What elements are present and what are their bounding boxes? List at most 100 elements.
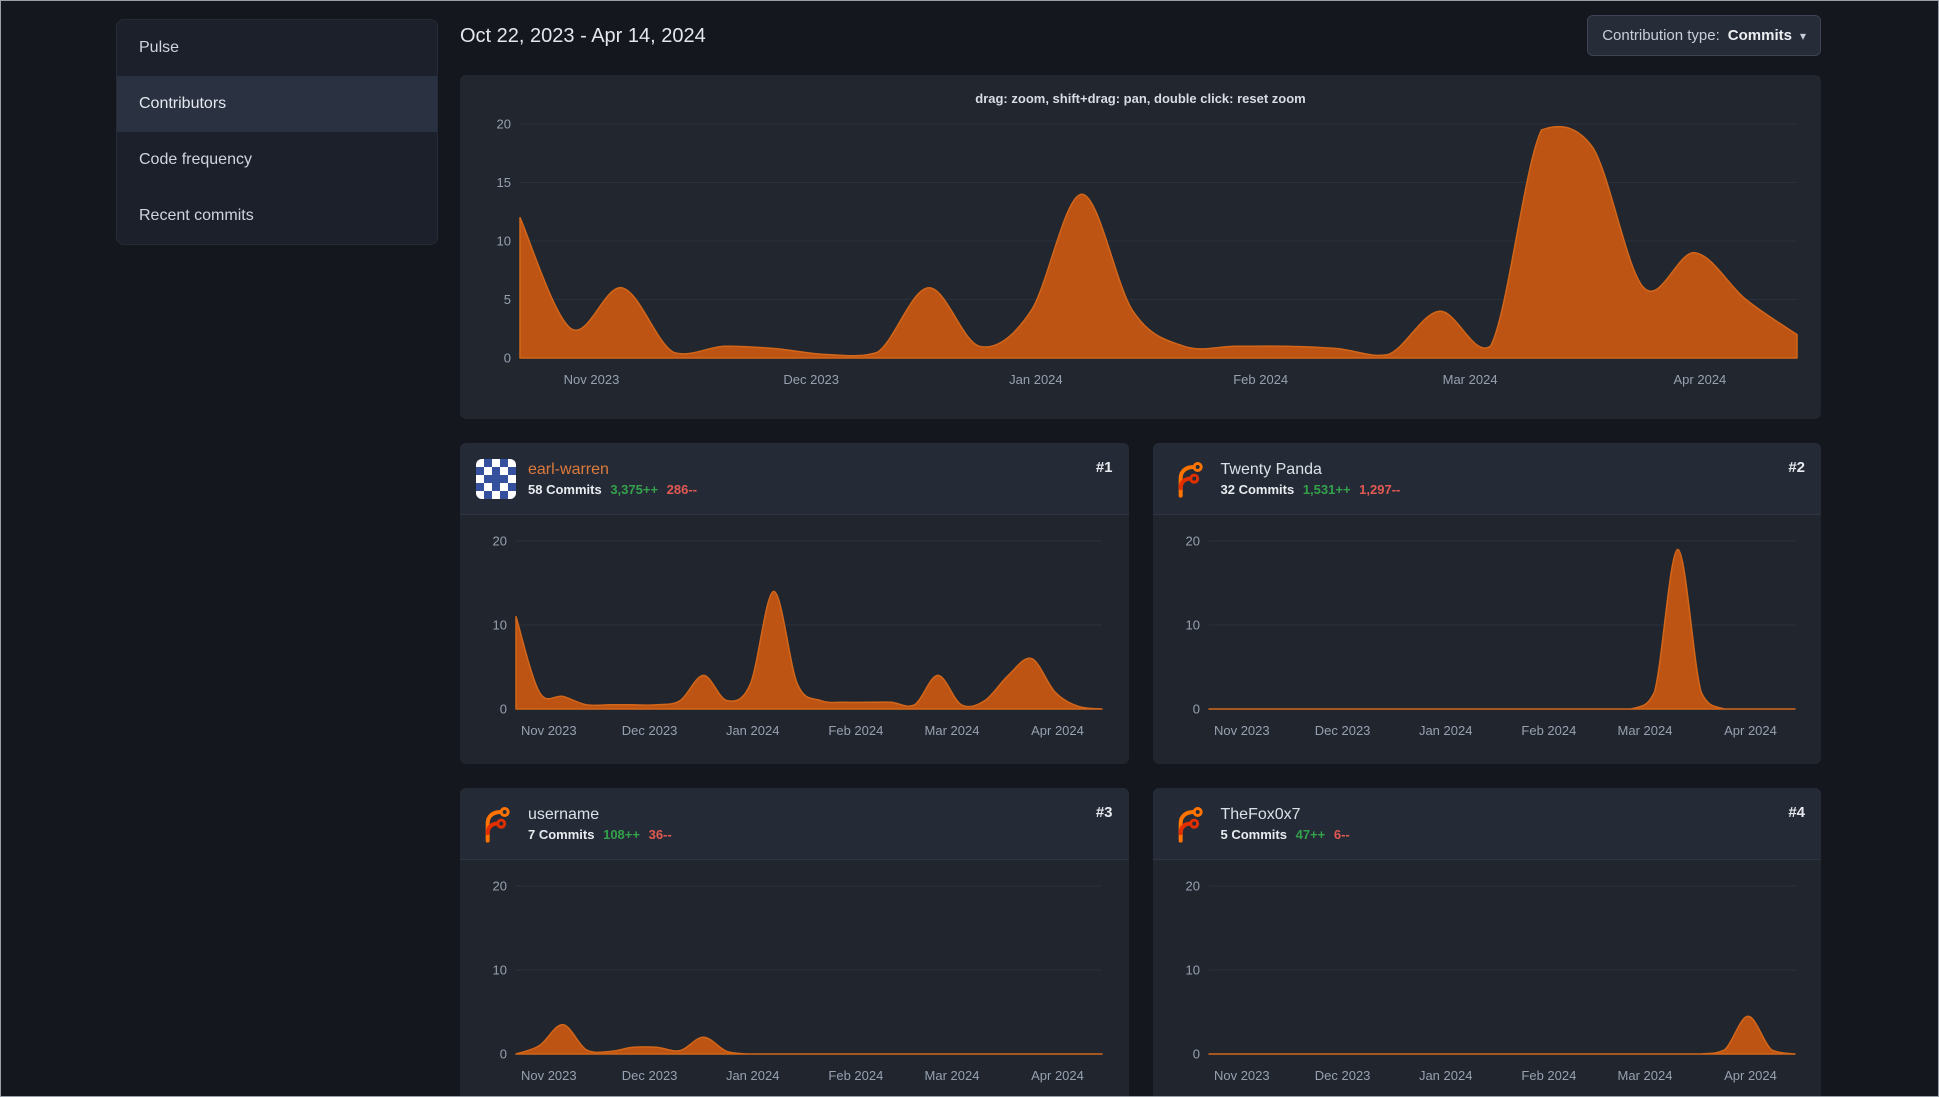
contributor-card-1: earl-warren 58 Commits 3,375++ 286-- #1 … xyxy=(460,443,1129,764)
svg-text:Apr 2024: Apr 2024 xyxy=(1031,1068,1084,1083)
contributor-chart-4[interactable]: 0 10 20 Nov 2023 Dec 2023 Jan 2024 Feb 2024 Mar… xyxy=(1169,874,1805,1094)
svg-text:10: 10 xyxy=(1185,618,1199,633)
contribution-type-label: Contribution type: xyxy=(1602,27,1720,44)
contributor-chart-1[interactable]: 0 10 20 Nov 2023 Dec 2023 Jan 2024 Feb 2024 Mar… xyxy=(476,529,1112,749)
contributor-stats: 58 Commits 3,375++ 286-- xyxy=(528,482,697,497)
contributor-avatar[interactable] xyxy=(1169,804,1209,844)
svg-text:20: 20 xyxy=(1185,879,1199,894)
contributor-avatar[interactable] xyxy=(476,458,516,499)
zoom-hint-text: drag: zoom, shift+drag: pan, double clic… xyxy=(975,91,1306,106)
commit-count: 7 Commits xyxy=(528,826,595,842)
svg-text:0: 0 xyxy=(504,351,511,366)
sidebar-item-pulse[interactable]: Pulse xyxy=(117,20,437,76)
svg-text:10: 10 xyxy=(493,618,507,633)
svg-text:Feb 2024: Feb 2024 xyxy=(1521,1068,1576,1083)
contributor-card-header: TheFox0x7 5 Commits 47++ 6-- #4 xyxy=(1152,788,1821,860)
svg-text:5: 5 xyxy=(504,292,511,307)
contributor-card-3: username 7 Commits 108++ 36-- #3 0 10 20 No… xyxy=(460,788,1129,1096)
date-range-title: Oct 22, 2023 - Apr 14, 2024 xyxy=(460,25,706,47)
svg-text:Dec 2023: Dec 2023 xyxy=(1314,1068,1370,1083)
contributor-identity: Twenty Panda 32 Commits 1,531++ 1,297-- xyxy=(1221,461,1401,497)
svg-text:Dec 2023: Dec 2023 xyxy=(783,372,839,387)
rank-badge: #4 xyxy=(1788,804,1805,821)
sidebar-item-recent-commits[interactable]: Recent commits xyxy=(117,188,437,244)
contributor-avatar[interactable] xyxy=(476,804,516,844)
svg-text:Apr 2024: Apr 2024 xyxy=(1031,723,1084,738)
contributor-chart-area: 0 10 20 Nov 2023 Dec 2023 Jan 2024 Feb 2024 Mar… xyxy=(1153,860,1822,1096)
additions-count: 47++ xyxy=(1295,826,1326,842)
svg-text:10: 10 xyxy=(493,963,507,978)
svg-text:20: 20 xyxy=(493,879,507,894)
commit-count: 32 Commits xyxy=(1220,481,1295,497)
contributor-avatar[interactable] xyxy=(1169,459,1209,499)
contributor-card-header: username 7 Commits 108++ 36-- #3 xyxy=(460,788,1129,860)
additions-count: 108++ xyxy=(603,826,640,842)
contributor-name-link[interactable]: username xyxy=(528,806,672,824)
svg-text:Nov 2023: Nov 2023 xyxy=(1213,723,1269,738)
content-header: Oct 22, 2023 - Apr 14, 2024 Contribution… xyxy=(460,15,1821,59)
svg-text:Mar 2024: Mar 2024 xyxy=(925,1068,980,1083)
contribution-type-dropdown[interactable]: Contribution type: Commits ▾ xyxy=(1587,15,1821,56)
svg-text:Jan 2024: Jan 2024 xyxy=(1418,723,1472,738)
deletions-count: 6-- xyxy=(1333,826,1350,842)
contributor-card-header: Twenty Panda 32 Commits 1,531++ 1,297-- … xyxy=(1152,443,1821,515)
main-activity-chart[interactable]: 0 5 10 15 20 Nov 2023 Dec 2023 Jan 2024 Feb 2024… xyxy=(476,114,1805,400)
svg-text:Feb 2024: Feb 2024 xyxy=(1233,372,1288,387)
rank-badge: #2 xyxy=(1788,459,1805,476)
svg-text:20: 20 xyxy=(493,534,507,549)
contributor-cards-grid: earl-warren 58 Commits 3,375++ 286-- #1 … xyxy=(460,443,1822,1096)
svg-text:Apr 2024: Apr 2024 xyxy=(1674,372,1727,387)
contributor-card-4: TheFox0x7 5 Commits 47++ 6-- #4 0 10 20 Nov… xyxy=(1152,788,1822,1096)
contributor-stats: 32 Commits 1,531++ 1,297-- xyxy=(1221,482,1401,497)
contributor-name-link[interactable]: Twenty Panda xyxy=(1221,461,1401,479)
contributor-name-link[interactable]: earl-warren xyxy=(528,461,697,479)
additions-count: 3,375++ xyxy=(610,481,659,497)
svg-text:Mar 2024: Mar 2024 xyxy=(925,723,980,738)
svg-text:Feb 2024: Feb 2024 xyxy=(828,723,883,738)
svg-text:Jan 2024: Jan 2024 xyxy=(726,723,780,738)
activity-menu: Pulse Contributors Code frequency Recent… xyxy=(116,19,438,245)
rank-badge: #3 xyxy=(1095,804,1113,821)
svg-text:Mar 2024: Mar 2024 xyxy=(1617,723,1672,738)
contributor-name-link[interactable]: TheFox0x7 xyxy=(1221,806,1350,824)
deletions-count: 1,297-- xyxy=(1359,481,1401,497)
contributor-stats: 7 Commits 108++ 36-- xyxy=(528,827,672,842)
deletions-count: 286-- xyxy=(666,481,698,497)
contributor-chart-3[interactable]: 0 10 20 Nov 2023 Dec 2023 Jan 2024 Feb 2024 Mar… xyxy=(476,874,1112,1094)
contribution-type-value: Commits xyxy=(1727,27,1792,44)
sidebar-item-code-frequency[interactable]: Code frequency xyxy=(117,132,437,188)
svg-text:0: 0 xyxy=(1192,702,1199,717)
svg-text:Jan 2024: Jan 2024 xyxy=(1418,1068,1472,1083)
svg-text:15: 15 xyxy=(497,175,511,190)
contributor-chart-2[interactable]: 0 10 20 Nov 2023 Dec 2023 Jan 2024 Feb 2024 Mar… xyxy=(1169,529,1805,749)
svg-text:Apr 2024: Apr 2024 xyxy=(1724,1068,1777,1083)
svg-text:Nov 2023: Nov 2023 xyxy=(1213,1068,1269,1083)
svg-text:20: 20 xyxy=(1185,534,1199,549)
activity-sidebar: Pulse Contributors Code frequency Recent… xyxy=(1,1,438,1096)
svg-text:10: 10 xyxy=(1185,963,1199,978)
svg-text:Dec 2023: Dec 2023 xyxy=(622,1068,678,1083)
app-window: Pulse Contributors Code frequency Recent… xyxy=(0,0,1939,1097)
contributor-card-header: earl-warren 58 Commits 3,375++ 286-- #1 xyxy=(460,443,1129,515)
chevron-down-icon: ▾ xyxy=(1799,28,1806,43)
svg-text:Mar 2024: Mar 2024 xyxy=(1443,372,1498,387)
contributor-stats: 5 Commits 47++ 6-- xyxy=(1221,827,1350,842)
rank-badge: #1 xyxy=(1095,459,1113,476)
contributor-identity: username 7 Commits 108++ 36-- xyxy=(528,806,672,842)
contributor-identity: earl-warren 58 Commits 3,375++ 286-- xyxy=(528,461,697,497)
svg-text:Dec 2023: Dec 2023 xyxy=(622,723,678,738)
svg-text:Jan 2024: Jan 2024 xyxy=(1009,372,1063,387)
contributors-content: Oct 22, 2023 - Apr 14, 2024 Contribution… xyxy=(438,1,1938,1096)
sidebar-item-contributors[interactable]: Contributors xyxy=(117,76,437,132)
commit-count: 58 Commits xyxy=(528,481,602,497)
svg-text:20: 20 xyxy=(497,117,511,132)
svg-text:Apr 2024: Apr 2024 xyxy=(1724,723,1777,738)
contributor-card-2: Twenty Panda 32 Commits 1,531++ 1,297-- … xyxy=(1152,443,1822,764)
contributor-chart-area: 0 10 20 Nov 2023 Dec 2023 Jan 2024 Feb 2024 Mar… xyxy=(1153,515,1822,764)
contributor-identity: TheFox0x7 5 Commits 47++ 6-- xyxy=(1221,806,1350,842)
main-chart-card: drag: zoom, shift+drag: pan, double clic… xyxy=(460,75,1821,419)
additions-count: 1,531++ xyxy=(1302,481,1351,497)
svg-text:Nov 2023: Nov 2023 xyxy=(564,372,620,387)
svg-text:0: 0 xyxy=(500,1047,507,1062)
svg-text:10: 10 xyxy=(497,234,511,249)
